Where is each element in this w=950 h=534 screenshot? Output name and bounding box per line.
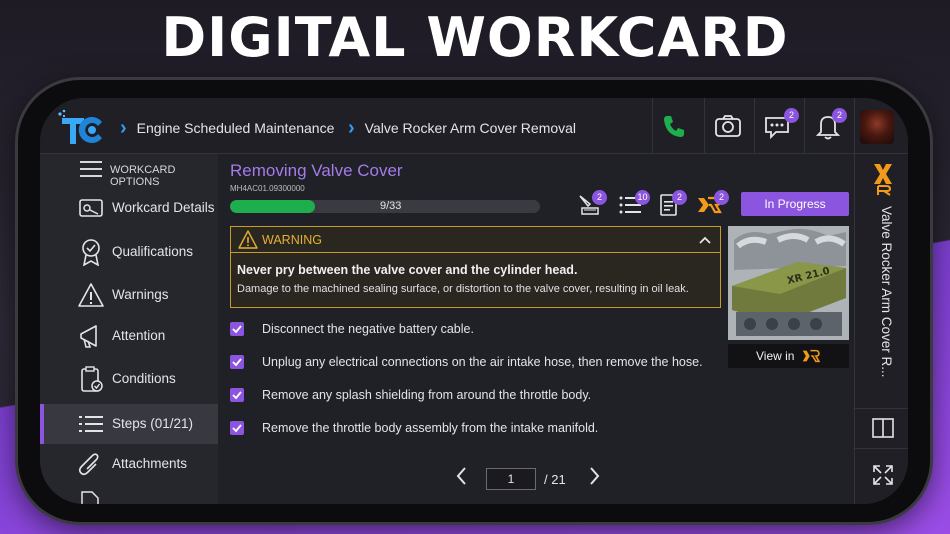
tc-logo[interactable] xyxy=(56,108,112,146)
warning-header[interactable]: WARNING xyxy=(231,227,720,253)
phone-frame: › Engine Scheduled Maintenance › Valve Roc… xyxy=(18,80,930,522)
sidebar-item-attachments[interactable]: Attachments xyxy=(40,444,218,484)
check-icon xyxy=(232,325,242,334)
avatar[interactable] xyxy=(860,110,894,144)
page-title: Removing Valve Cover xyxy=(230,161,403,180)
check-icon xyxy=(232,358,242,367)
warning-text: Damage to the machined sealing surface, … xyxy=(237,283,689,295)
chat-badge: 2 xyxy=(784,108,799,123)
view-in-xr-button[interactable]: View in xyxy=(728,344,849,368)
page-input[interactable] xyxy=(486,468,536,490)
tools-badge: 2 xyxy=(592,190,607,205)
top-bar: › Engine Scheduled Maintenance › Valve Roc… xyxy=(40,98,908,154)
list-item[interactable]: Unplug any electrical connections on the… xyxy=(230,353,730,373)
progress-text: 9/33 xyxy=(380,200,402,212)
documents-badge: 2 xyxy=(672,190,687,205)
sidebar-item-qualifications[interactable]: Qualifications xyxy=(40,232,218,272)
divider xyxy=(854,98,855,154)
step-checkbox[interactable] xyxy=(230,388,244,402)
app-screen: › Engine Scheduled Maintenance › Valve Roc… xyxy=(40,98,908,504)
document-icon xyxy=(81,491,99,504)
warning-headline: Never pry between the valve cover and th… xyxy=(237,263,578,277)
badge-icon xyxy=(82,239,100,266)
chevron-right-icon: › xyxy=(348,117,355,139)
xr-logo-icon[interactable] xyxy=(872,162,894,196)
camera-icon[interactable] xyxy=(712,110,744,142)
page-total: / 21 xyxy=(544,472,566,487)
wrench-card-icon xyxy=(79,199,103,217)
list-icon xyxy=(79,416,103,432)
list-item[interactable]: Remove any splash shielding from around … xyxy=(230,386,730,406)
workcard-options-toggle[interactable]: WORKCARD OPTIONS xyxy=(40,154,218,188)
phone-icon[interactable] xyxy=(658,110,690,142)
split-view-icon[interactable] xyxy=(872,418,894,438)
hamburger-icon xyxy=(80,161,102,177)
workcard-code: MH4AC01.09300000 xyxy=(230,184,305,193)
progress-fill xyxy=(230,200,315,213)
divider xyxy=(854,408,908,409)
expand-icon[interactable] xyxy=(872,464,894,486)
divider xyxy=(704,98,705,154)
step-checkbox[interactable] xyxy=(230,355,244,369)
check-icon xyxy=(232,391,242,400)
chevron-right-icon: › xyxy=(120,117,127,139)
check-icon xyxy=(232,424,242,433)
breadcrumb-item-2[interactable]: › Valve Rocker Arm Cover Removal xyxy=(348,116,576,139)
warning-panel: WARNING Never pry between the valve cove… xyxy=(230,226,721,308)
megaphone-icon xyxy=(80,325,97,348)
status-button[interactable]: In Progress xyxy=(741,192,849,216)
sidebar-item-warnings[interactable]: Warnings xyxy=(40,275,218,315)
breadcrumb-item-1[interactable]: › Engine Scheduled Maintenance xyxy=(120,116,334,139)
sidebar-item-steps[interactable]: Steps (01/21) xyxy=(40,404,218,444)
warning-icon xyxy=(78,283,104,307)
xr-logo-icon xyxy=(802,349,821,363)
xr-badge: 2 xyxy=(714,190,729,205)
page-headline: DIGITAL WORKCARD xyxy=(161,6,789,69)
sidebar-item-attention[interactable]: Attention xyxy=(40,316,218,356)
checklist-badge: 10 xyxy=(635,190,650,205)
list-item[interactable]: Remove the throttle body assembly from t… xyxy=(230,419,730,439)
sidebar-item-workcard-details[interactable]: Workcard Details xyxy=(40,188,218,228)
next-page-button[interactable] xyxy=(586,464,602,488)
list-item[interactable]: Disconnect the negative battery cable. xyxy=(230,320,730,340)
chevron-up-icon[interactable] xyxy=(698,233,712,247)
warning-icon xyxy=(238,230,258,249)
paperclip-icon xyxy=(78,453,99,476)
prev-page-button[interactable] xyxy=(454,464,470,488)
rail-title: Valve Rocker Arm Cover R... xyxy=(880,206,894,378)
divider xyxy=(854,448,908,449)
divider xyxy=(652,98,653,154)
divider xyxy=(804,98,805,154)
divider xyxy=(754,98,755,154)
sidebar: WORKCARD OPTIONS Workcard Details Qualif… xyxy=(40,154,218,504)
sidebar-item-conditions[interactable]: Conditions xyxy=(40,359,218,399)
engine-image[interactable]: XR 21.0 xyxy=(728,226,849,340)
step-checkbox[interactable] xyxy=(230,421,244,435)
notifications-badge: 2 xyxy=(832,108,847,123)
step-checkbox[interactable] xyxy=(230,322,244,336)
clipboard-check-icon xyxy=(81,366,103,392)
